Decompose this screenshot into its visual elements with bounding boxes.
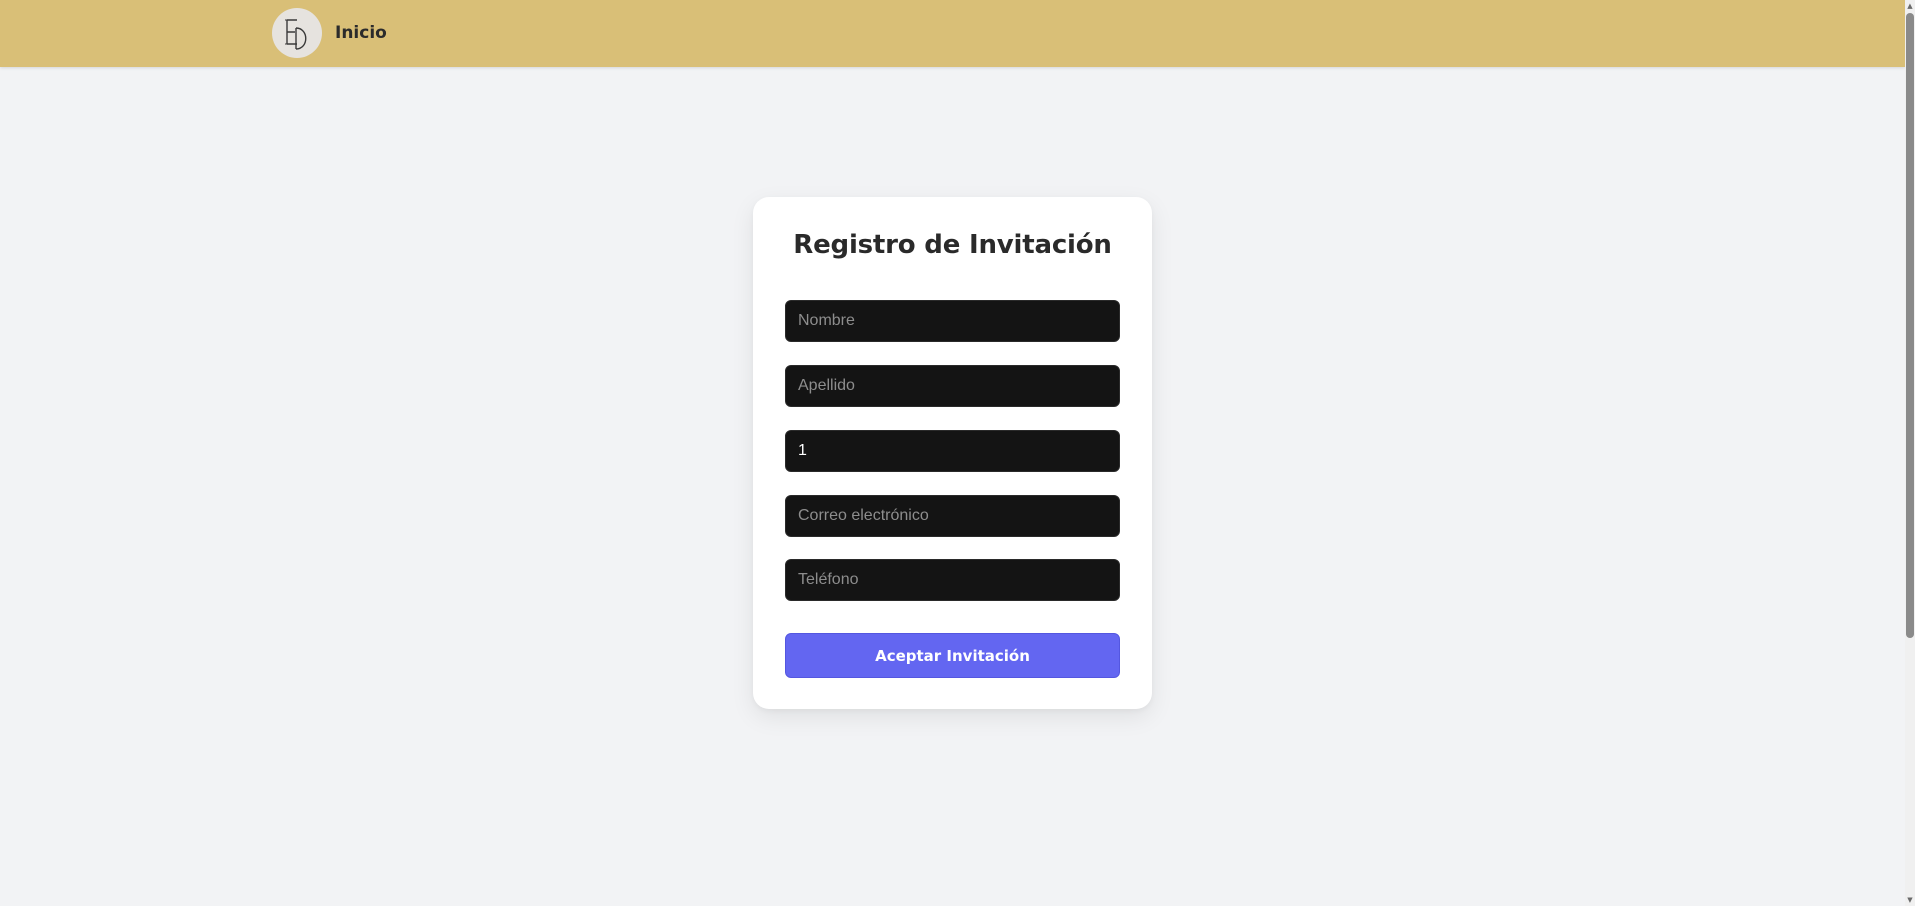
nav-home-link[interactable]: Inicio	[335, 23, 387, 43]
top-navbar: Inicio	[0, 0, 1905, 67]
monogram-logo-icon[interactable]	[272, 8, 322, 58]
guest-count-input[interactable]	[785, 430, 1120, 472]
page: Inicio Registro de Invitación Aceptar In…	[0, 0, 1915, 906]
invitation-form-card: Registro de Invitación Aceptar Invitació…	[753, 197, 1152, 709]
last-name-input[interactable]	[785, 365, 1120, 407]
scroll-down-arrow-icon[interactable]: ▼	[1905, 894, 1915, 906]
scrollbar-thumb[interactable]	[1906, 13, 1914, 638]
vertical-scrollbar[interactable]: ▲ ▼	[1905, 0, 1915, 906]
form-title: Registro de Invitación	[793, 230, 1112, 260]
first-name-input[interactable]	[785, 300, 1120, 342]
accept-invitation-button[interactable]: Aceptar Invitación	[785, 633, 1120, 678]
navbar-brand: Inicio	[272, 8, 387, 58]
email-input[interactable]	[785, 495, 1120, 537]
phone-input[interactable]	[785, 559, 1120, 601]
scroll-up-arrow-icon[interactable]: ▲	[1905, 0, 1915, 12]
monogram-logo-glyph	[285, 19, 307, 50]
